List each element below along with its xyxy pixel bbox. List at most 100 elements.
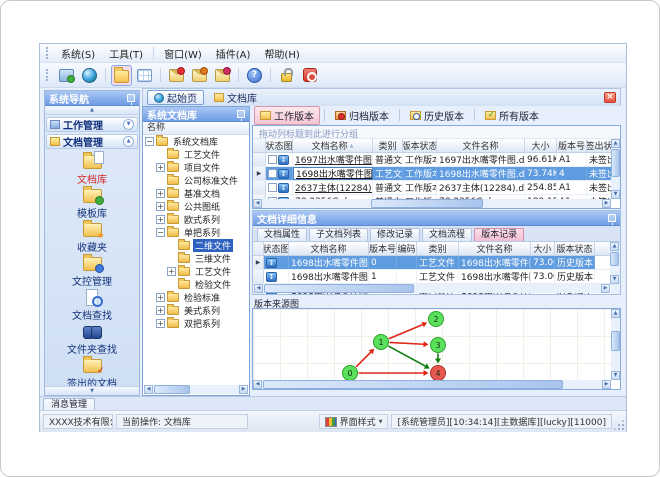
tree-node[interactable]: − 系统文档库: [143, 135, 249, 148]
column-header[interactable]: 版本号: [369, 242, 397, 255]
tree-node[interactable]: 公司标准文件: [143, 174, 249, 187]
help-button[interactable]: [244, 65, 265, 86]
sidebar-item-template-library[interactable]: 模板库: [45, 186, 139, 221]
sidebar-item-document-control[interactable]: 文控管理: [45, 254, 139, 289]
scroll-left-arrow[interactable]: ◀: [253, 199, 262, 208]
column-header[interactable]: 文件名称: [437, 139, 525, 152]
toolbar-grip[interactable]: [46, 69, 49, 81]
sidebar-scroll-down[interactable]: ▼: [45, 386, 139, 395]
tree-expander-minus[interactable]: −: [156, 228, 165, 237]
pin-icon[interactable]: [237, 110, 245, 121]
archive-version-button[interactable]: 归档版本: [329, 106, 395, 125]
schedule-button[interactable]: [134, 65, 155, 86]
group-by-hint[interactable]: 拖动列标题到此进行分组: [253, 126, 620, 139]
scroll-thumb[interactable]: [264, 284, 414, 293]
tree-node[interactable]: − 单把系列: [143, 226, 249, 239]
column-header[interactable]: 状态图: [266, 139, 293, 152]
work-version-button[interactable]: 工作版本: [254, 105, 320, 125]
tree-node[interactable]: 二维文件: [143, 239, 249, 252]
column-header[interactable]: 文件名称: [459, 242, 531, 255]
desktop-button[interactable]: [56, 65, 77, 86]
scroll-right-arrow[interactable]: ▶: [239, 385, 248, 394]
resize-grip[interactable]: [614, 420, 624, 430]
chevron-down-icon[interactable]: ▼: [123, 119, 134, 130]
tab-close-button[interactable]: ×: [604, 92, 616, 103]
table-row[interactable]: ▶↕1698出水嘴零件图.dwg工艺文件工作版本1698出水嘴零件图.dwg73…: [253, 167, 611, 181]
sidebar-item-favorites[interactable]: 收藏夹: [45, 220, 139, 255]
tree-node[interactable]: + 双把系列: [143, 317, 249, 330]
column-header[interactable]: 类别: [417, 242, 459, 255]
menu-item-3[interactable]: 插件(A): [209, 44, 258, 63]
grid-hscrollbar[interactable]: ◀ ▶: [253, 199, 611, 208]
tree-node[interactable]: 三维文件: [143, 252, 249, 265]
tree-expander-minus[interactable]: −: [145, 137, 154, 146]
chevron-up-icon[interactable]: ▲: [123, 136, 134, 147]
tree-node[interactable]: + 项目文件: [143, 161, 249, 174]
scroll-left-arrow[interactable]: ◀: [254, 284, 263, 293]
tree-node[interactable]: + 基准文档: [143, 187, 249, 200]
pin-icon[interactable]: [127, 94, 135, 105]
column-header[interactable]: 状态图: [264, 242, 289, 255]
tree-expander-plus[interactable]: +: [156, 202, 165, 211]
tab-document-library[interactable]: 文档库: [208, 90, 263, 105]
sidebar-item-document-library[interactable]: 文档库: [45, 151, 139, 187]
column-header[interactable]: 版本号: [557, 139, 587, 152]
all-versions-button[interactable]: 所有版本: [479, 106, 545, 125]
tree-node[interactable]: 检验文件: [143, 278, 249, 291]
detail-tab-doc-flow[interactable]: 文档流程: [422, 228, 473, 241]
tree-expander-plus[interactable]: +: [156, 189, 165, 198]
scroll-down-arrow[interactable]: ▼: [611, 371, 620, 380]
tree-expander-plus[interactable]: +: [156, 319, 165, 328]
tree-hscrollbar[interactable]: ◀ ▶: [144, 385, 248, 394]
detail-tab-modify-record[interactable]: 修改记录: [370, 228, 421, 241]
document-name-cell[interactable]: 1698出水嘴零件图.dwg: [293, 167, 373, 180]
scroll-right-arrow[interactable]: ▶: [602, 199, 611, 208]
tree-node[interactable]: + 欧式系列: [143, 213, 249, 226]
document-name-cell[interactable]: 2637主体(12284).dwg: [293, 181, 373, 194]
graph-hscrollbar[interactable]: ◀ ▶: [253, 380, 611, 389]
message-send-button[interactable]: [189, 65, 210, 86]
tree-node[interactable]: + 美式系列: [143, 304, 249, 317]
scroll-left-arrow[interactable]: ◀: [144, 385, 153, 394]
detail-vscrollbar[interactable]: ▲ ▼: [610, 242, 619, 284]
sidebar-item-folder-search[interactable]: 文件夹查找: [45, 325, 139, 357]
scroll-thumb[interactable]: [611, 149, 620, 177]
menu-item-1[interactable]: 工具(T): [102, 44, 150, 63]
scroll-up-arrow[interactable]: ▲: [611, 309, 620, 318]
table-row[interactable]: ▶↕1698出水嘴零件图.dwg0工艺文件1698出水嘴零件图.dwg73.00…: [253, 256, 611, 270]
table-row[interactable]: ↕1697出水嘴零件图.dwg普通文档工作版本1697出水嘴零件图.dwg96.…: [253, 153, 611, 167]
tree-column-header[interactable]: 名称: [143, 122, 249, 135]
pin-icon[interactable]: [608, 214, 616, 225]
column-header[interactable]: 类别: [373, 139, 403, 152]
scroll-up-arrow[interactable]: ▲: [610, 242, 619, 251]
sidebar-group-document-management[interactable]: 文档管理 ▲: [46, 134, 138, 149]
message-new-button[interactable]: [166, 65, 187, 86]
lock-button[interactable]: [276, 65, 297, 86]
folder-open-button[interactable]: [111, 64, 132, 86]
graph-vscrollbar[interactable]: ▲ ▼: [611, 309, 620, 380]
history-version-button[interactable]: 历史版本: [404, 106, 470, 125]
detail-tab-version-record[interactable]: 版本记录: [474, 228, 525, 241]
scroll-thumb[interactable]: [263, 380, 563, 389]
column-header[interactable]: 版本状态: [403, 139, 437, 152]
tree-expander-plus[interactable]: +: [156, 215, 165, 224]
table-row[interactable]: ↕1698出水嘴零件图.dwg1工艺文件1698出水嘴零件图.dwg73.00K…: [253, 270, 611, 284]
scroll-thumb[interactable]: [371, 199, 483, 208]
sidebar-scroll-up[interactable]: ▲: [45, 106, 139, 115]
sidebar-item-document-search[interactable]: 文档查找: [45, 289, 139, 323]
scroll-thumb[interactable]: [154, 385, 190, 394]
column-header[interactable]: 文档名称 ▲: [293, 139, 373, 152]
column-header[interactable]: 签出状态: [587, 139, 611, 152]
tab-start-page[interactable]: 起始页: [147, 90, 204, 105]
tree-node[interactable]: 工艺文件: [143, 148, 249, 161]
scroll-right-arrow[interactable]: ▶: [601, 284, 610, 293]
tree-expander-plus[interactable]: +: [156, 163, 165, 172]
ui-style-dropdown[interactable]: 界面样式 ▼: [318, 414, 389, 429]
tree-node[interactable]: + 公共图纸: [143, 200, 249, 213]
column-header[interactable]: 大小: [525, 139, 557, 152]
tree-expander-plus[interactable]: +: [156, 293, 165, 302]
column-header[interactable]: 文档名称: [289, 242, 369, 255]
tree-expander-plus[interactable]: +: [167, 267, 176, 276]
tree-node[interactable]: + 检验标准: [143, 291, 249, 304]
tree-expander-plus[interactable]: +: [156, 306, 165, 315]
